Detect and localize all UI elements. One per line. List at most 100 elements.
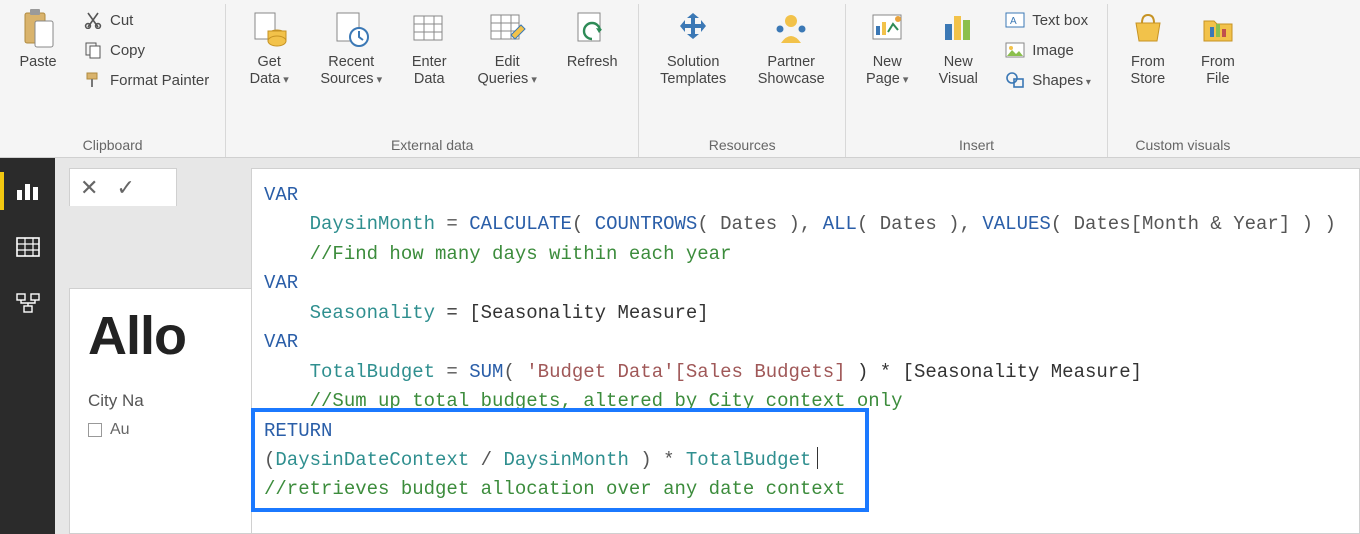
- dax-var-daysinmonth: DaysinMonth: [264, 213, 435, 235]
- new-visual-icon: [937, 8, 979, 50]
- ribbon-group-custom-visuals: From Store From File Custom visuals: [1108, 4, 1258, 157]
- new-visual-label2: Visual: [939, 71, 978, 88]
- from-file-icon: [1197, 8, 1239, 50]
- format-painter-button[interactable]: Format Painter: [74, 66, 217, 94]
- view-model-button[interactable]: [11, 288, 45, 318]
- dax-code[interactable]: VAR DaysinMonth = CALCULATE( COUNTROWS( …: [264, 181, 1359, 505]
- shapes-icon: [1004, 69, 1026, 91]
- refresh-icon: [571, 8, 613, 50]
- image-label: Image: [1032, 42, 1074, 59]
- dax-comment1: //Find how many days within each year: [264, 243, 731, 265]
- dax-var-totalbudget: TotalBudget: [264, 361, 435, 383]
- recent-sources-icon: [330, 8, 372, 50]
- solution-templates-label1: Solution: [667, 54, 719, 71]
- shapes-label: Shapes: [1032, 72, 1091, 89]
- paste-icon: [17, 8, 59, 50]
- solution-templates-label2: Templates: [660, 71, 726, 88]
- image-button[interactable]: Image: [996, 36, 1099, 64]
- ribbon-group-external-data-title: External data: [234, 133, 630, 157]
- paste-button[interactable]: Paste: [8, 4, 68, 73]
- cut-icon: [82, 9, 104, 31]
- slicer-item[interactable]: Au: [88, 421, 241, 439]
- dax-kw-var2: VAR: [264, 272, 298, 294]
- ribbon-group-insert: New Page New Visual A Text box: [846, 4, 1108, 157]
- dax-kw-var1: VAR: [264, 184, 298, 206]
- from-store-button[interactable]: From Store: [1116, 4, 1180, 91]
- dax-var-seasonality: Seasonality: [264, 302, 435, 324]
- partner-showcase-icon: [770, 8, 812, 50]
- new-page-icon: [866, 8, 908, 50]
- dax-comment3: //retrieves budget allocation over any d…: [264, 478, 846, 500]
- edit-queries-label1: Edit: [495, 54, 520, 71]
- formula-bar-controls: ✕ ✓: [69, 168, 177, 206]
- checkbox-icon[interactable]: [88, 423, 102, 437]
- shapes-button[interactable]: Shapes: [996, 66, 1099, 94]
- copy-button[interactable]: Copy: [74, 36, 217, 64]
- ribbon-group-custom-visuals-title: Custom visuals: [1116, 133, 1250, 157]
- solution-templates-icon: [672, 8, 714, 50]
- formula-cancel-button[interactable]: ✕: [80, 175, 98, 201]
- from-store-label1: From: [1131, 54, 1165, 71]
- from-file-label2: File: [1206, 71, 1229, 88]
- image-icon: [1004, 39, 1026, 61]
- slicer-label: City Na: [88, 391, 241, 411]
- ribbon-group-resources: Solution Templates Partner Showcase Reso…: [639, 4, 846, 157]
- from-file-button[interactable]: From File: [1186, 4, 1250, 91]
- textbox-icon: A: [1004, 9, 1026, 31]
- ribbon-group-clipboard-title: Clipboard: [8, 133, 217, 157]
- ribbon-group-external-data: Get Data Recent Sources Enter Data: [226, 4, 639, 157]
- slicer-item-label: Au: [110, 421, 130, 439]
- partner-showcase-button[interactable]: Partner Showcase: [745, 4, 837, 91]
- recent-sources-label2: Sources: [320, 71, 382, 88]
- enter-data-button[interactable]: Enter Data: [398, 4, 460, 91]
- svg-text:A: A: [1010, 16, 1017, 27]
- dax-comment2: //Sum up total budgets, altered by City …: [264, 390, 903, 412]
- ribbon: Paste Cut Copy: [0, 0, 1360, 158]
- canvas-area: ✕ ✓ Allo City Na Au VAR DaysinMonth = CA…: [55, 158, 1360, 534]
- format-painter-icon: [82, 69, 104, 91]
- get-data-button[interactable]: Get Data: [234, 4, 304, 91]
- ribbon-group-resources-title: Resources: [647, 133, 837, 157]
- formula-commit-button[interactable]: ✓: [116, 175, 134, 201]
- refresh-label: Refresh: [567, 54, 618, 71]
- dax-kw-var3: VAR: [264, 331, 298, 353]
- dax-kw-return: RETURN: [264, 420, 332, 442]
- enter-data-icon: [408, 8, 450, 50]
- textbox-button[interactable]: A Text box: [996, 6, 1099, 34]
- new-page-label2: Page: [866, 71, 908, 88]
- paste-label: Paste: [19, 54, 56, 71]
- cut-label: Cut: [110, 12, 133, 29]
- recent-sources-button[interactable]: Recent Sources: [310, 4, 392, 91]
- partner-showcase-label2: Showcase: [758, 71, 825, 88]
- new-page-label1: New: [873, 54, 902, 71]
- solution-templates-button[interactable]: Solution Templates: [647, 4, 739, 91]
- edit-queries-icon: [486, 8, 528, 50]
- new-page-button[interactable]: New Page: [854, 4, 920, 91]
- enter-data-label1: Enter: [412, 54, 447, 71]
- new-visual-label1: New: [944, 54, 973, 71]
- page-title: Allo: [88, 305, 241, 367]
- view-rail: [0, 158, 55, 534]
- from-file-label1: From: [1201, 54, 1235, 71]
- edit-queries-button[interactable]: Edit Queries: [466, 4, 548, 91]
- workspace: ✕ ✓ Allo City Na Au VAR DaysinMonth = CA…: [0, 158, 1360, 534]
- report-page-surface[interactable]: Allo City Na Au: [69, 288, 254, 534]
- partner-showcase-label1: Partner: [767, 54, 815, 71]
- recent-sources-label1: Recent: [328, 54, 374, 71]
- copy-label: Copy: [110, 42, 145, 59]
- copy-icon: [82, 39, 104, 61]
- edit-queries-label2: Queries: [478, 71, 537, 88]
- view-report-button[interactable]: [11, 176, 45, 206]
- view-data-button[interactable]: [11, 232, 45, 262]
- format-painter-label: Format Painter: [110, 72, 209, 89]
- enter-data-label2: Data: [414, 71, 445, 88]
- new-visual-button[interactable]: New Visual: [926, 4, 990, 91]
- get-data-label2: Data: [250, 71, 289, 88]
- get-data-icon: [248, 8, 290, 50]
- cut-button[interactable]: Cut: [74, 6, 217, 34]
- ribbon-group-clipboard: Paste Cut Copy: [0, 4, 226, 157]
- ribbon-group-insert-title: Insert: [854, 133, 1099, 157]
- refresh-button[interactable]: Refresh: [554, 4, 630, 73]
- textbox-label: Text box: [1032, 12, 1088, 29]
- formula-editor[interactable]: VAR DaysinMonth = CALCULATE( COUNTROWS( …: [251, 168, 1360, 534]
